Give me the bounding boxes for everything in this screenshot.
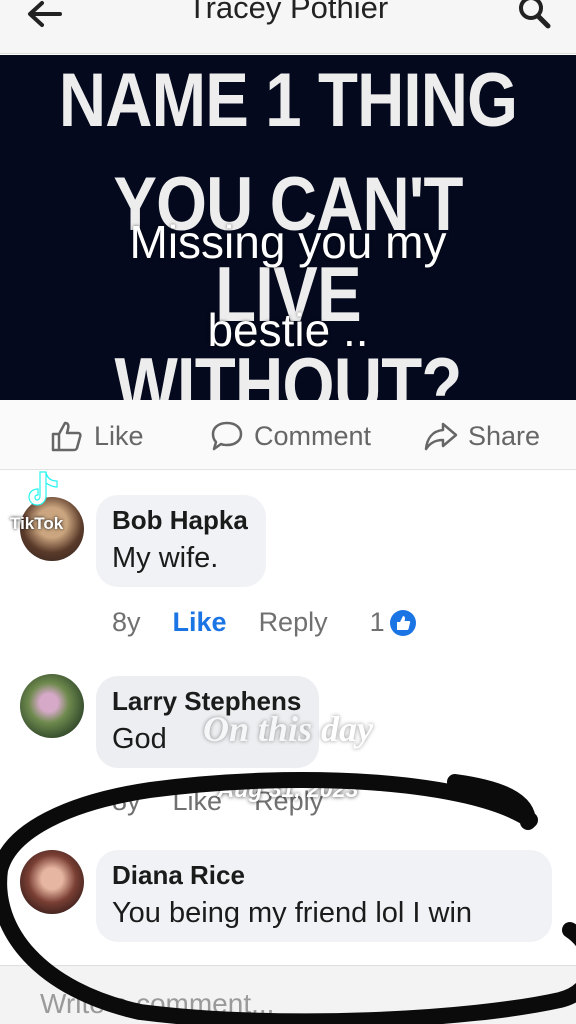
post-action-bar: Like Comment Share — [0, 400, 576, 470]
comment-age: 8y — [112, 607, 141, 637]
share-label: Share — [468, 420, 541, 451]
comment-composer[interactable]: Write a comment... — [0, 965, 576, 1024]
tiktok-watermark-label: TikTok — [10, 514, 64, 533]
avatar[interactable] — [20, 850, 84, 914]
share-button[interactable]: Share — [424, 418, 540, 454]
comment-author[interactable]: Diana Rice — [112, 860, 534, 891]
comment-reply-link[interactable]: Reply — [259, 607, 328, 638]
meme-line: NAME 1 THING — [58, 58, 518, 143]
memory-date: Aug 31, 2023 — [217, 776, 359, 802]
comment-input[interactable]: Write a comment... — [40, 988, 274, 1020]
comment-text: My wife. — [112, 542, 219, 574]
page-title: Tracey Pothier — [187, 0, 389, 25]
comment-bubble: Diana Rice You being my friend lol I win — [96, 850, 552, 942]
comment-author[interactable]: Bob Hapka — [112, 505, 248, 536]
like-label: Like — [94, 420, 144, 451]
share-icon — [424, 422, 458, 451]
comment-bubble: Bob Hapka My wife. — [96, 495, 266, 587]
top-bar: Tracey Pothier — [0, 0, 576, 54]
post-caption: Missing you my — [129, 216, 447, 268]
tiktok-watermark: TikTok — [6, 470, 116, 550]
comment-like-link[interactable]: Like — [173, 607, 227, 638]
comment-button[interactable]: Comment — [210, 418, 371, 454]
comment-label: Comment — [254, 420, 372, 451]
comment-icon — [211, 421, 243, 451]
thumbs-up-icon — [51, 421, 82, 452]
post-image[interactable]: NAME 1 THING YOU CAN'T LIVE WITHOUT? Mis… — [0, 55, 576, 400]
reaction-count: 1 — [369, 607, 385, 637]
post-caption: bestie .. — [207, 304, 369, 356]
search-icon[interactable] — [516, 0, 554, 30]
comment-meta: 8y Like Reply 1 — [112, 607, 417, 638]
like-button[interactable]: Like — [50, 418, 144, 454]
on-this-day-overlay: On this day — [202, 709, 374, 749]
comment-text: You being my friend lol I win — [112, 897, 473, 929]
like-reaction-icon — [389, 609, 416, 636]
tiktok-logo-icon — [28, 471, 58, 506]
